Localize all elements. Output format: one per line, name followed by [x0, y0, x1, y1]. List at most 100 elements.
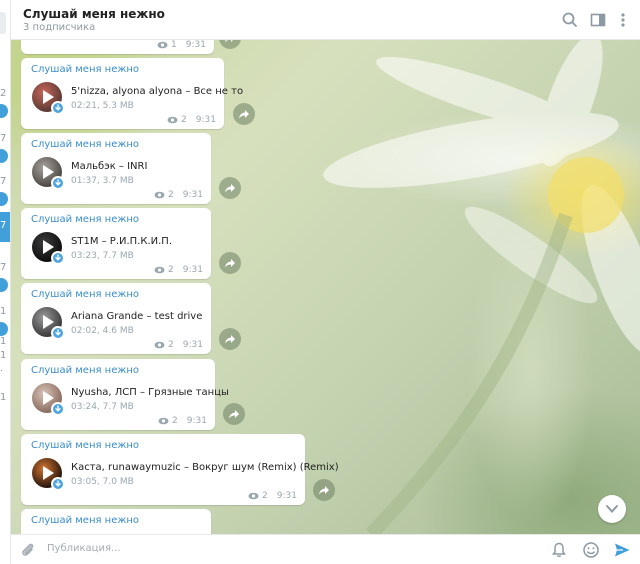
dialog-unread-dot — [0, 278, 8, 292]
message-views: 2 9:31 — [167, 115, 216, 125]
message-views: 2 9:31 — [248, 491, 297, 501]
track-duration-size: 02:02, 4.6 MB — [71, 326, 134, 336]
message-author[interactable]: Слушай меня нежно — [31, 289, 139, 300]
audio-message[interactable]: Слушай меня нежно Ariana Grande – test d… — [21, 283, 211, 354]
message-time: 9:31 — [195, 115, 216, 125]
chevron-down-icon — [606, 505, 618, 513]
message-time: 9:31 — [182, 265, 203, 275]
eye-icon — [158, 417, 169, 425]
eye-icon — [248, 492, 259, 500]
dialog-unread-count: 7 — [0, 220, 7, 231]
dialog-unread-count: 1 — [0, 306, 7, 317]
message-views: 2 9:31 — [154, 190, 203, 200]
message-views: 2 9:31 — [154, 340, 203, 350]
message-views: 2 9:31 — [154, 265, 203, 275]
track-title: Nyusha, ЛСП – Грязные танцы — [71, 387, 229, 398]
message-history[interactable]: 1 9:31 Слушай меня нежно 5'nizza, alyona… — [11, 40, 640, 534]
eye-icon — [157, 41, 168, 49]
message-time: 9:31 — [186, 416, 207, 426]
eye-icon — [154, 266, 165, 274]
share-arrow-icon[interactable] — [219, 177, 241, 199]
paperclip-icon[interactable] — [19, 541, 37, 559]
scroll-down-button[interactable] — [598, 495, 626, 523]
dialog-unread-count: 1 — [0, 392, 7, 403]
views-count: 2 — [168, 190, 174, 200]
audio-message[interactable]: Слушай меня нежно Каста, runawaymuzic – … — [21, 434, 339, 505]
emoji-icon[interactable] — [582, 541, 600, 559]
message-views: 2 9:31 — [158, 416, 207, 426]
more-vertical-icon[interactable] — [613, 10, 633, 30]
share-arrow-icon[interactable] — [233, 103, 255, 125]
send-icon[interactable] — [613, 541, 631, 559]
dialog-unread-count: 7 — [0, 262, 7, 273]
telegram-window: 2 7 7 7 7 1 1 1 · 1 Слушай меня нежно 3 … — [0, 0, 640, 564]
bell-icon[interactable] — [550, 541, 568, 559]
dialog-unread-count: · — [0, 366, 4, 377]
audio-message[interactable]: Слушай меня нежно Мальбэк – INRI 01:37, … — [21, 133, 211, 204]
track-duration-size: 03:24, 7.7 MB — [71, 402, 134, 412]
dialog-list-strip[interactable]: 2 7 7 7 7 1 1 1 · 1 — [0, 0, 11, 564]
track-duration-size: 02:21, 5.3 MB — [71, 101, 134, 111]
eye-icon — [167, 116, 178, 124]
message-time: 9:31 — [182, 340, 203, 350]
message-bubble-partial[interactable]: 1 9:31 — [21, 40, 214, 54]
audio-message-partial[interactable]: Слушай меня нежно — [21, 509, 211, 534]
download-icon[interactable] — [51, 477, 65, 491]
track-duration-size: 03:23, 7.7 MB — [71, 251, 134, 261]
views-count: 2 — [181, 115, 187, 125]
share-arrow-icon[interactable] — [219, 252, 241, 274]
dialog-unread-count: 1 — [0, 350, 7, 361]
dialog-unread-count: 7 — [0, 176, 7, 187]
views-count: 2 — [168, 340, 174, 350]
message-time: 9:31 — [185, 40, 206, 50]
message-composer: Публикация... — [11, 534, 640, 564]
chat-subscriber-count: 3 подписчика — [23, 22, 96, 33]
message-author[interactable]: Слушай меня нежно — [31, 214, 139, 225]
dialog-unread-dot — [0, 149, 8, 163]
dialog-unread-count: 7 — [0, 133, 7, 144]
chat-title[interactable]: Слушай меня нежно — [23, 7, 165, 21]
track-duration-size: 03:05, 7.0 MB — [71, 477, 134, 487]
dialog-unread-count: 2 — [0, 88, 7, 99]
chat-header: Слушай меня нежно 3 подписчика — [11, 0, 640, 40]
eye-icon — [154, 341, 165, 349]
message-views: 1 9:31 — [157, 40, 206, 50]
message-time: 9:31 — [182, 190, 203, 200]
dialog-unread-dot — [0, 104, 8, 118]
message-time: 9:31 — [276, 491, 297, 501]
share-arrow-icon[interactable] — [219, 328, 241, 350]
message-author[interactable]: Слушай меня нежно — [31, 64, 139, 75]
search-icon[interactable] — [560, 10, 580, 30]
track-title: Мальбэк – INRI — [71, 161, 148, 172]
share-arrow-icon[interactable] — [313, 479, 335, 501]
track-title: 5'nizza, alyona alyona – Все не то — [71, 86, 244, 97]
track-title: Каста, runawaymuzic – Вокруг шум (Remix)… — [71, 462, 339, 473]
message-author[interactable]: Слушай меня нежно — [31, 365, 139, 376]
audio-message[interactable]: Слушай меня нежно Nyusha, ЛСП – Грязные … — [21, 359, 229, 430]
track-duration-size: 01:37, 3.7 MB — [71, 176, 134, 186]
download-icon[interactable] — [51, 402, 65, 416]
views-count: 1 — [171, 40, 177, 50]
sidebar-toggle-icon[interactable] — [588, 10, 608, 30]
track-title: ST1M – Р.И.П.К.И.П. — [71, 236, 173, 247]
eye-icon — [154, 191, 165, 199]
download-icon[interactable] — [51, 101, 65, 115]
download-icon[interactable] — [51, 176, 65, 190]
message-author[interactable]: Слушай меня нежно — [31, 139, 139, 150]
audio-message[interactable]: Слушай меня нежно 5'nizza, alyona alyona… — [21, 58, 243, 129]
track-title: Ariana Grande – test drive — [71, 311, 203, 322]
dialog-unread-dot — [0, 322, 8, 336]
download-icon[interactable] — [51, 251, 65, 265]
message-author[interactable]: Слушай меня нежно — [31, 440, 139, 451]
audio-message[interactable]: Слушай меня нежно ST1M – Р.И.П.К.И.П. 03… — [21, 208, 211, 279]
message-input[interactable]: Публикация... — [47, 543, 121, 554]
message-author[interactable]: Слушай меня нежно — [31, 515, 139, 526]
views-count: 2 — [172, 416, 178, 426]
dialog-unread-dot — [0, 192, 8, 206]
views-count: 2 — [168, 265, 174, 275]
dialog-list-top — [0, 12, 6, 34]
dialog-unread-count: 1 — [0, 336, 7, 347]
views-count: 2 — [262, 491, 268, 501]
share-arrow-icon[interactable] — [223, 403, 245, 425]
download-icon[interactable] — [51, 326, 65, 340]
